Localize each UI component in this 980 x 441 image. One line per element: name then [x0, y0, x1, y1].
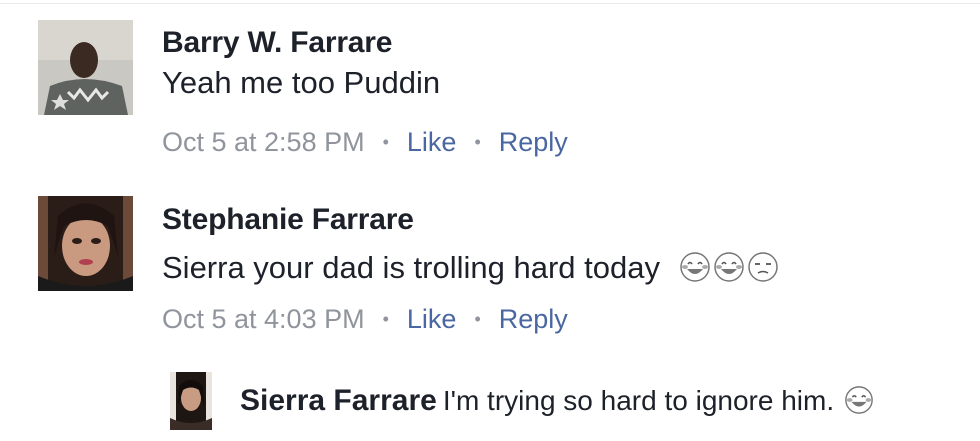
separator-dot: •	[474, 309, 481, 329]
comment-author[interactable]: Stephanie Farrare	[162, 203, 414, 237]
like-button[interactable]: Like	[407, 304, 457, 335]
reply-button[interactable]: Reply	[499, 304, 568, 335]
comment-timestamp[interactable]: Oct 5 at 4:03 PM	[162, 304, 365, 335]
comment-text: Yeah me too Puddin	[162, 65, 441, 100]
avatar[interactable]	[170, 372, 212, 430]
separator-dot: •	[474, 132, 481, 152]
reply-text: I'm trying so hard to ignore him.	[442, 385, 835, 416]
divider	[0, 3, 980, 4]
reply-line: Sierra Farrare I'm trying so hard to igno…	[240, 384, 874, 418]
comment-text: Sierra your dad is trolling hard today	[162, 250, 660, 285]
comment-meta: Oct 5 at 4:03 PM • Like • Reply	[162, 304, 568, 335]
profile-photo-icon	[38, 196, 133, 291]
comment-meta: Oct 5 at 2:58 PM • Like • Reply	[162, 127, 568, 158]
avatar[interactable]	[38, 196, 133, 291]
reply-author[interactable]: Sierra Farrare	[240, 384, 437, 417]
reply-button[interactable]: Reply	[499, 127, 568, 158]
separator-dot: •	[382, 309, 389, 329]
face-with-tears-of-joy-icon	[713, 251, 745, 283]
comment-author[interactable]: Barry W. Farrare	[162, 26, 392, 60]
profile-photo-icon	[170, 372, 212, 430]
comment-text-line: Sierra your dad is trolling hard today	[162, 250, 779, 286]
like-button[interactable]: Like	[407, 127, 457, 158]
separator-dot: •	[382, 132, 389, 152]
unamused-face-icon	[747, 251, 779, 283]
profile-photo-icon	[38, 20, 133, 115]
comment-timestamp[interactable]: Oct 5 at 2:58 PM	[162, 127, 365, 158]
face-with-tears-of-joy-icon	[844, 385, 874, 415]
avatar[interactable]	[38, 20, 133, 115]
face-with-tears-of-joy-icon	[679, 251, 711, 283]
